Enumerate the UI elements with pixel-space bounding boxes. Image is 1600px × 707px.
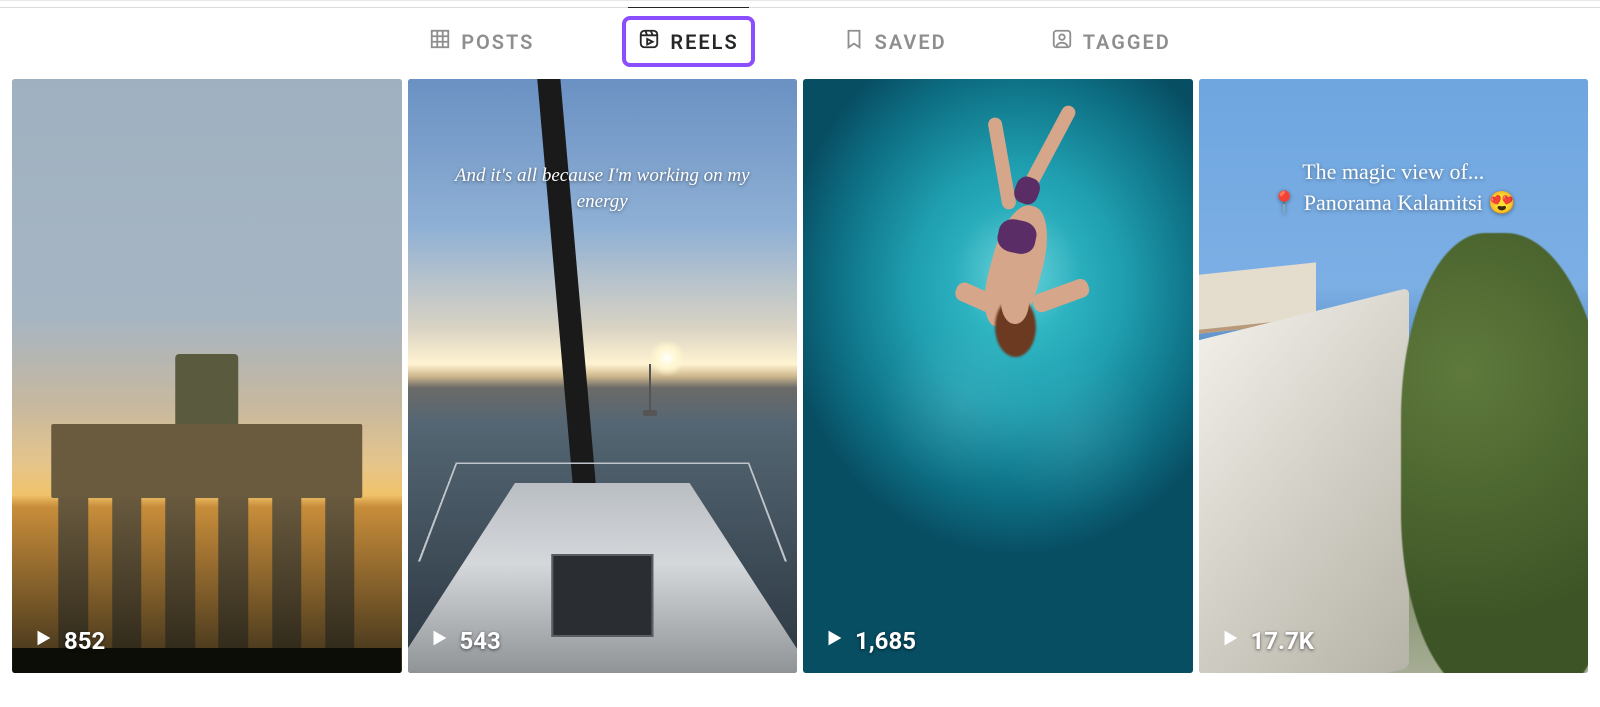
- reel-thumbnail[interactable]: The magic view of...📍 Panorama Kalamitsi…: [1199, 79, 1589, 673]
- reel-thumbnail[interactable]: 852: [12, 79, 402, 673]
- tab-posts[interactable]: POSTS: [419, 22, 544, 61]
- reel-thumbnail[interactable]: And it's all because I'm working on my e…: [408, 79, 798, 673]
- reels-icon: [638, 28, 660, 55]
- tab-reels[interactable]: REELS: [628, 22, 748, 61]
- play-icon: [823, 627, 845, 655]
- tab-label: POSTS: [461, 30, 534, 54]
- view-count: 543: [428, 627, 501, 655]
- reel-thumbnail[interactable]: 1,685: [803, 79, 1193, 673]
- tab-label: SAVED: [875, 30, 947, 54]
- tab-label: TAGGED: [1083, 30, 1171, 54]
- view-count: 1,685: [823, 627, 916, 655]
- view-count-value: 852: [64, 627, 105, 655]
- tagged-icon: [1051, 28, 1073, 55]
- view-count-value: 543: [460, 627, 501, 655]
- tab-label: REELS: [670, 30, 738, 54]
- grid-icon: [429, 28, 451, 55]
- reel-caption: And it's all because I'm working on my e…: [408, 163, 798, 214]
- reels-grid: 852 And it's all because I'm working on …: [0, 79, 1600, 673]
- tab-tagged[interactable]: TAGGED: [1041, 22, 1181, 61]
- reel-caption: The magic view of...📍 Panorama Kalamitsi…: [1199, 157, 1589, 219]
- view-count: 852: [32, 627, 105, 655]
- tab-saved[interactable]: SAVED: [833, 22, 957, 61]
- profile-tabs: POSTS REELS SAVED TAGGED: [0, 7, 1600, 79]
- bookmark-icon: [843, 28, 865, 55]
- view-count: 17.7K: [1219, 627, 1315, 655]
- play-icon: [1219, 627, 1241, 655]
- play-icon: [428, 627, 450, 655]
- play-icon: [32, 627, 54, 655]
- view-count-value: 1,685: [855, 627, 916, 655]
- view-count-value: 17.7K: [1251, 627, 1315, 655]
- top-divider: [0, 0, 1600, 1]
